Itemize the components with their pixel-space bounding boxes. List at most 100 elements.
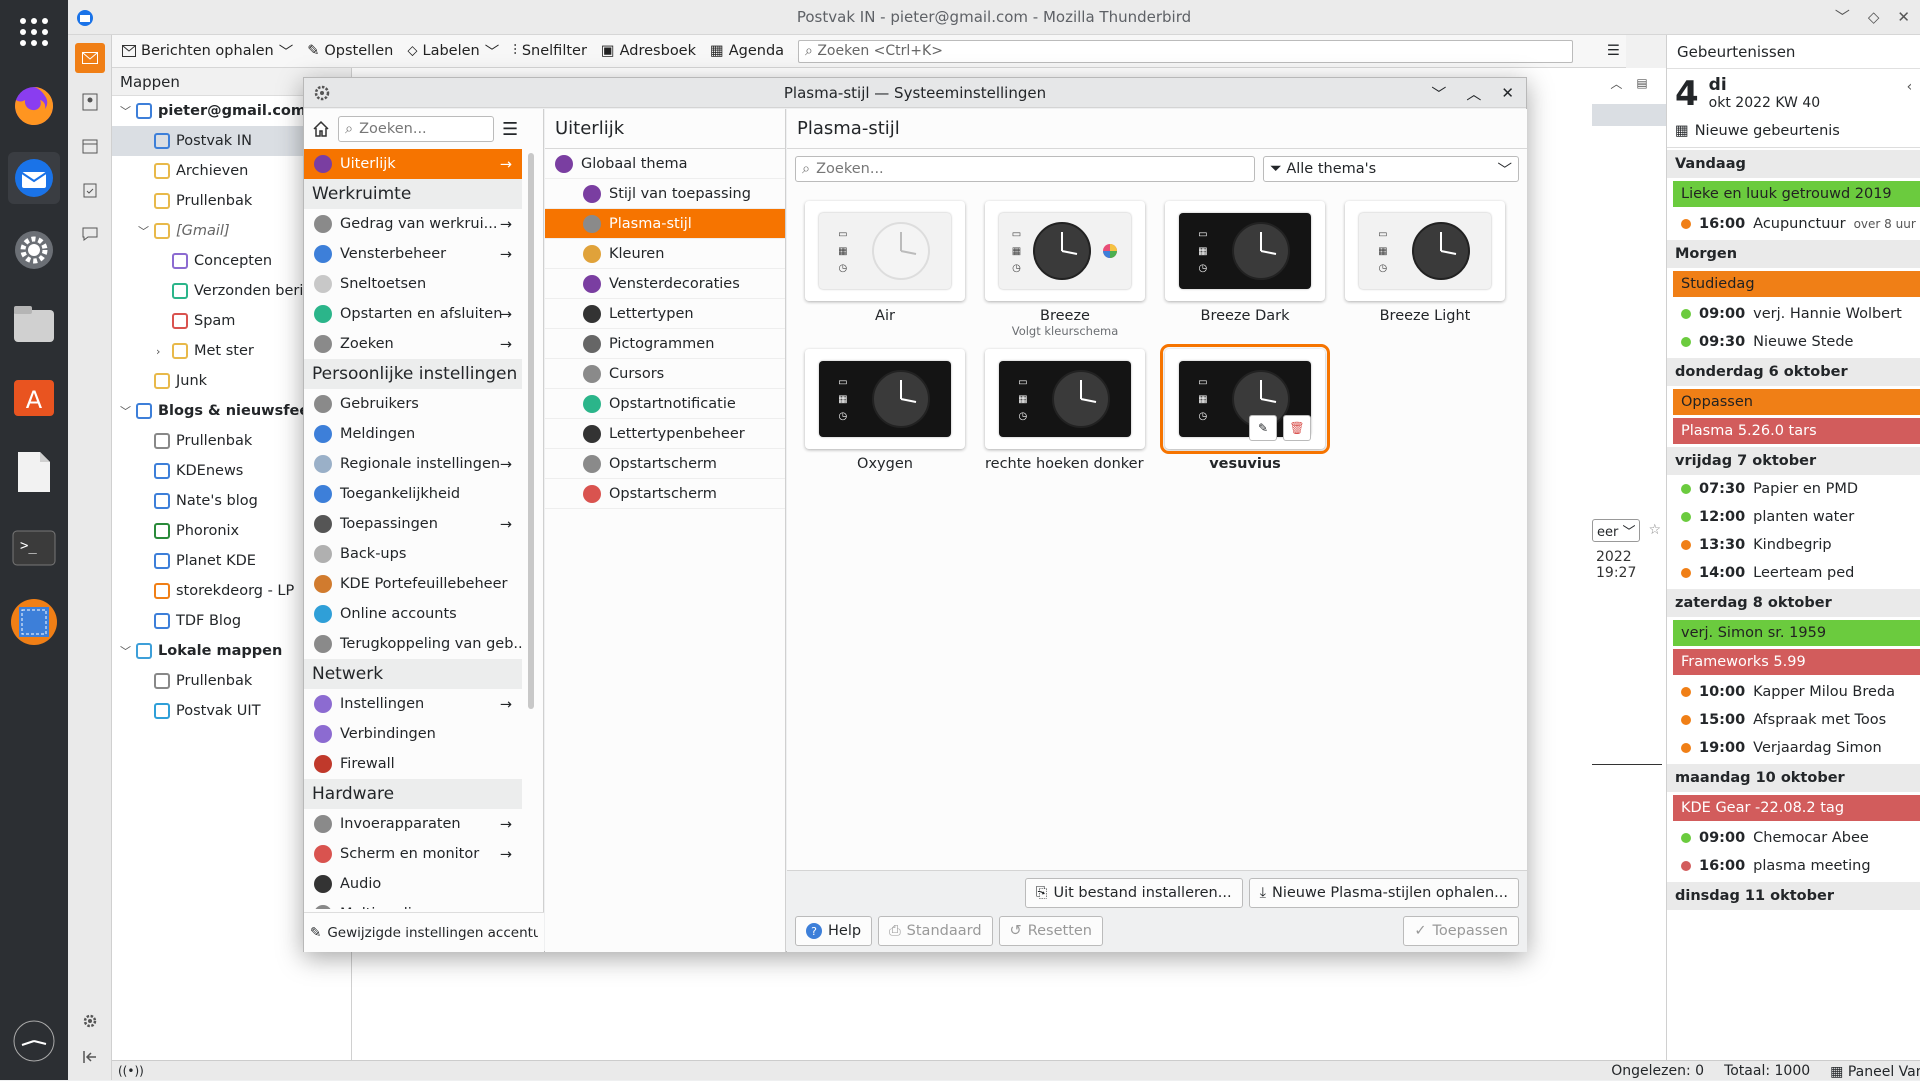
all-day-event[interactable]: Plasma 5.26.0 tars (1673, 418, 1920, 444)
addressbook-space-icon[interactable] (75, 87, 105, 117)
subcategory-item[interactable]: Pictogrammen (545, 329, 785, 359)
event-item[interactable]: 09:00 verj. Hannie Wolbert (1667, 300, 1920, 328)
today-pane-toggle[interactable]: ▦ Paneel Vandaag ﹀ (1830, 1061, 1920, 1081)
subcategory-item[interactable]: Globaal thema (545, 149, 785, 179)
system-settings-icon[interactable] (8, 224, 60, 276)
sidebar-item[interactable]: Sneltoetsen (304, 269, 522, 299)
theme-card[interactable]: ▭ ▦ ◷ Breeze Volgt kleurschema (985, 201, 1145, 346)
install-from-file-button[interactable]: ⎘ Uit bestand installeren... (1024, 878, 1243, 908)
all-day-event[interactable]: Frameworks 5.99 (1673, 649, 1920, 675)
event-item[interactable]: 12:00 planten water (1667, 503, 1920, 531)
chevron-down-icon[interactable]: ﹀ (279, 41, 294, 62)
get-messages-button[interactable]: Berichten ophalen ﹀ (122, 41, 293, 62)
highlight-changed-button[interactable]: ✎Gewijzigde instellingen accentuere (304, 912, 544, 952)
day-previous-icon[interactable]: ‹ (1907, 79, 1913, 99)
chevron-down-icon[interactable]: ﹀ (120, 103, 131, 119)
calendar-space-icon[interactable] (75, 131, 105, 161)
subcategory-item[interactable]: Stijl van toepassing (545, 179, 785, 209)
sidebar-item[interactable]: Multimedia (304, 899, 522, 909)
subcategory-item[interactable]: Plasma-stijl (545, 209, 785, 239)
event-item[interactable]: 09:30 Nieuwe Stede (1667, 328, 1920, 356)
event-item[interactable]: 14:00 Leerteam ped (1667, 559, 1920, 587)
home-icon[interactable] (312, 120, 330, 138)
thunderbird-icon[interactable] (8, 152, 60, 204)
all-day-event[interactable]: Lieke en luuk getrouwd 2019 (1673, 181, 1920, 207)
subcategory-item[interactable]: Vensterdecoraties (545, 269, 785, 299)
sidebar-item[interactable]: Online accounts (304, 599, 522, 629)
sidebar-item[interactable]: Gebruikers (304, 389, 522, 419)
all-day-event[interactable]: KDE Gear -22.08.2 tag (1673, 795, 1920, 821)
firefox-icon[interactable] (8, 80, 60, 132)
sidebar-item[interactable]: Audio (304, 869, 522, 899)
event-item[interactable]: 16:00 Acupunctuur over 8 uur (1667, 210, 1920, 238)
new-event-button[interactable]: ▦ Nieuwe gebeurtenis (1667, 119, 1920, 148)
subcategory-item[interactable]: Lettertypen (545, 299, 785, 329)
sidebar-scrollbar[interactable] (528, 153, 534, 709)
sidebar-item[interactable]: Verbindingen (304, 719, 522, 749)
chevron-down-icon[interactable]: ﹀ (120, 403, 131, 419)
event-item[interactable]: 19:00 Verjaardag Simon (1667, 734, 1920, 762)
tag-button[interactable]: ⬦ Labelen ﹀ (407, 41, 499, 62)
subcategory-item[interactable]: Cursors (545, 359, 785, 389)
get-new-styles-button[interactable]: ⤓ Nieuwe Plasma-stijlen ophalen... (1248, 878, 1519, 908)
sidebar-item[interactable]: Instellingen → (304, 689, 522, 719)
sidebar-item[interactable]: KDE Portefeuillebeheer (304, 569, 522, 599)
delete-theme-icon[interactable]: 🗑 (1283, 415, 1311, 441)
all-day-event[interactable]: Oppassen (1673, 389, 1920, 415)
selected-row[interactable] (1592, 104, 1666, 126)
sidebar-item[interactable]: Back-ups (304, 539, 522, 569)
theme-card[interactable]: ▭ ▦ ◷ Oxygen (805, 349, 965, 494)
minimize-icon[interactable]: ﹀ (1835, 0, 1850, 35)
subcategory-item[interactable]: Opstartscherm (545, 479, 785, 509)
edit-theme-icon[interactable]: ✎ (1249, 415, 1277, 441)
collapse-spaces-icon[interactable] (75, 1042, 105, 1072)
more-button[interactable]: eer ﹀ (1592, 518, 1641, 542)
minimize-icon[interactable]: ﹀ (1431, 83, 1446, 104)
sidebar-item[interactable]: Meldingen (304, 419, 522, 449)
global-search-input[interactable]: ⌕ Zoeken <Ctrl+K> (798, 39, 1573, 63)
event-item[interactable]: 15:00 Afspraak met Toos (1667, 706, 1920, 734)
theme-card[interactable]: ▭ ▦ ◷ Breeze Light (1345, 201, 1505, 346)
event-item[interactable]: 10:00 Kapper Milou Breda (1667, 678, 1920, 706)
chat-space-icon[interactable] (75, 219, 105, 249)
quick-filter-button[interactable]: ⫶ Snelfilter (513, 43, 587, 59)
subcategory-item[interactable]: Opstartscherm (545, 449, 785, 479)
event-item[interactable]: 13:30 Kindbegrip (1667, 531, 1920, 559)
subcategory-item[interactable]: Opstartnotificatie (545, 389, 785, 419)
theme-card[interactable]: ✎ 🗑 ▭ ▦ ◷ vesuvius (1160, 344, 1330, 494)
all-day-event[interactable]: Studiedag (1673, 271, 1920, 297)
theme-search-input[interactable]: ⌕ Zoeken... (795, 156, 1256, 182)
all-day-event[interactable]: verj. Simon sr. 1959 (1673, 620, 1920, 646)
close-icon[interactable]: ✕ (1501, 84, 1514, 102)
help-button[interactable]: ? Help (795, 916, 873, 946)
reset-button[interactable]: ↺ Resetten (998, 916, 1103, 946)
files-icon[interactable] (8, 298, 60, 350)
sidebar-item[interactable]: Terugkoppeling van geb... (304, 629, 522, 659)
sidebar-item[interactable]: Gedrag van werkrui... → (304, 209, 522, 239)
subcategory-item[interactable]: Lettertypenbeheer (545, 419, 785, 449)
sidebar-search-input[interactable]: ⌕ Zoeken... (338, 116, 494, 142)
sidebar-item[interactable]: Toepassingen → (304, 509, 522, 539)
software-store-icon[interactable]: A (8, 370, 60, 422)
event-item[interactable]: 09:00 Chemocar Abee (1667, 824, 1920, 852)
app-grid-icon[interactable] (8, 6, 60, 58)
sidebar-item[interactable]: Vensterbeheer → (304, 239, 522, 269)
settings-gear-icon[interactable] (75, 1006, 105, 1036)
sidebar-item[interactable]: Zoeken → (304, 329, 522, 359)
compose-button[interactable]: ✎ Opstellen (307, 43, 393, 59)
star-icon[interactable]: ☆ (1648, 522, 1661, 538)
maximize-icon[interactable]: ◇ (1868, 0, 1880, 35)
layout-icon[interactable]: ▤ (1636, 76, 1647, 90)
chevron-up-icon[interactable]: ︿ (1610, 75, 1622, 92)
text-editor-icon[interactable] (8, 446, 60, 498)
subcategory-item[interactable]: Kleuren (545, 239, 785, 269)
tasks-space-icon[interactable] (75, 175, 105, 205)
chevron-down-icon[interactable]: ﹀ (120, 643, 131, 659)
maximize-icon[interactable]: ︿ (1466, 83, 1481, 104)
chevron-down-icon[interactable]: › (156, 345, 166, 358)
terminal-icon[interactable]: >_ (8, 522, 60, 574)
chevron-down-icon[interactable]: ﹀ (138, 223, 149, 239)
theme-card[interactable]: ▭ ▦ ◷ rechte hoeken donker ... (985, 349, 1145, 494)
theme-card[interactable]: ▭ ▦ ◷ Breeze Dark (1165, 201, 1325, 346)
sidebar-item[interactable]: Invoerapparaten → (304, 809, 522, 839)
